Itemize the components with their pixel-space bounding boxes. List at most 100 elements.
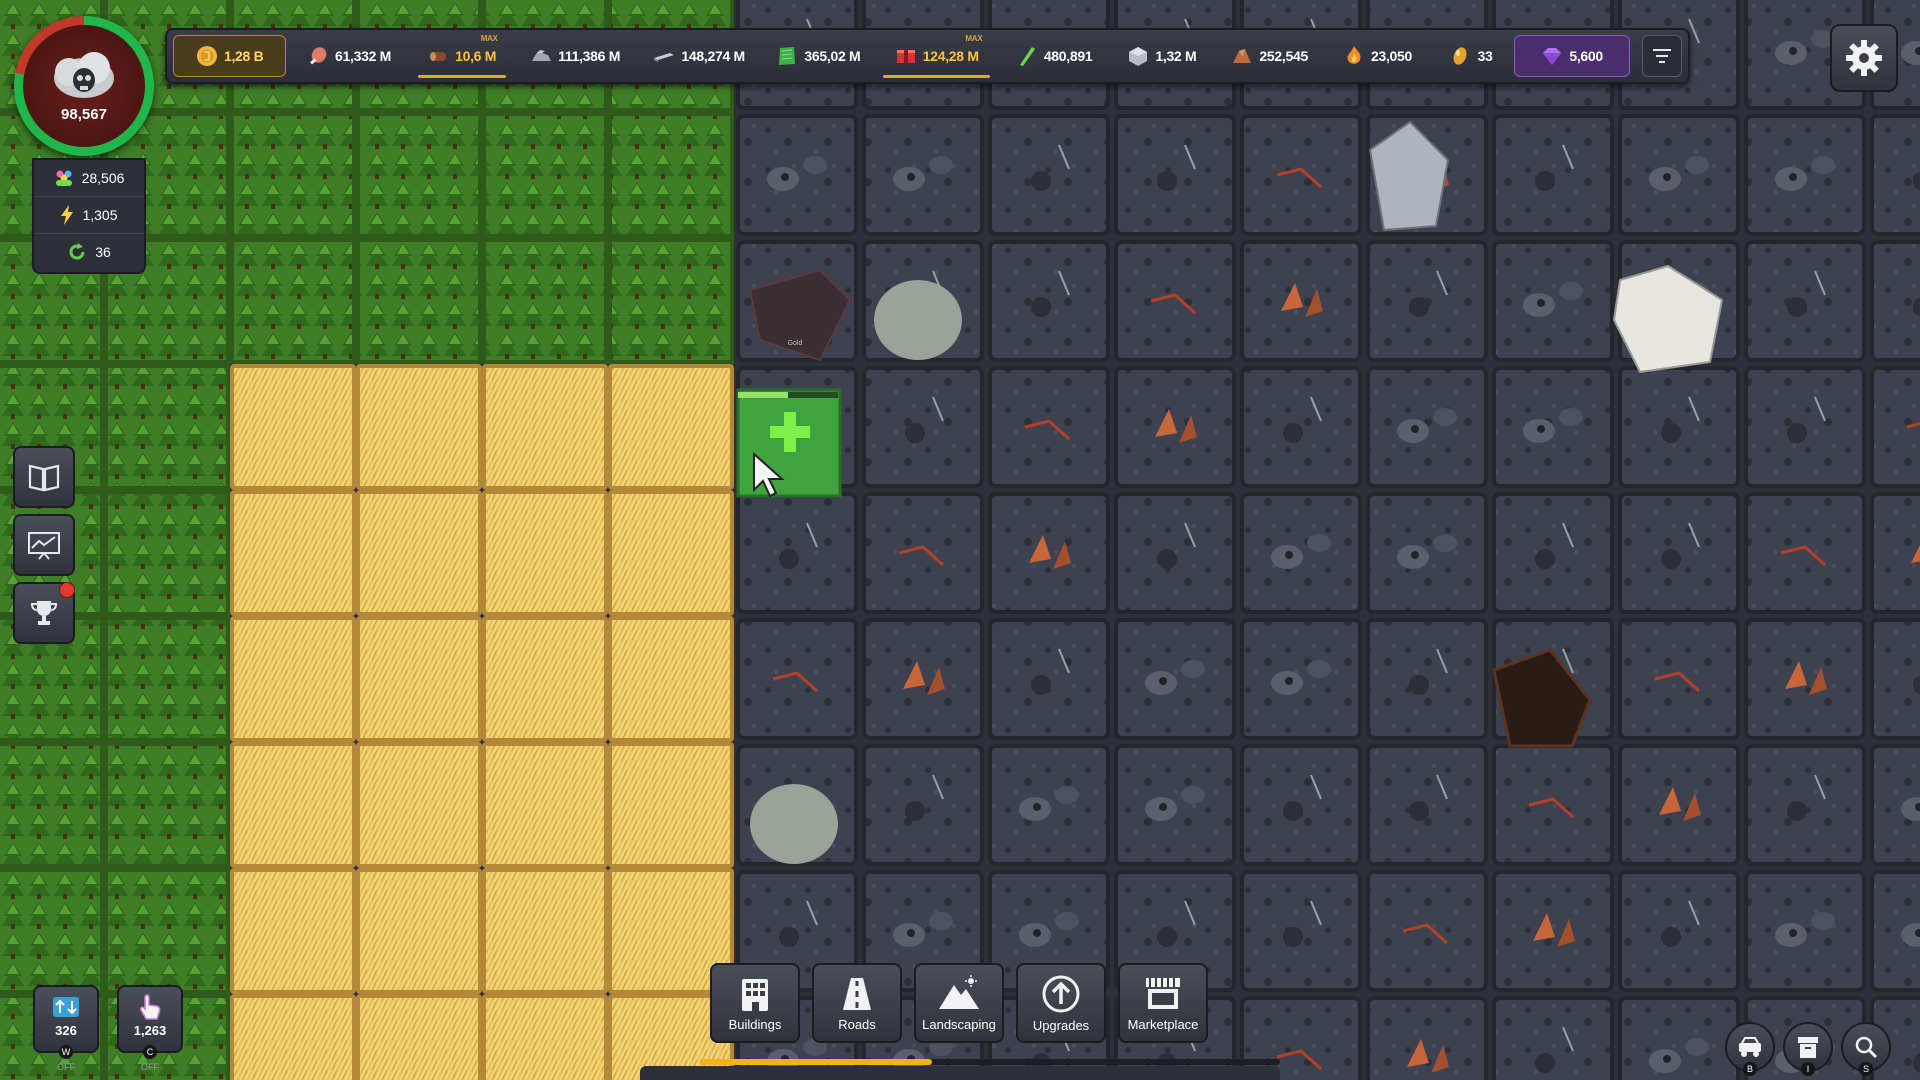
resource-crystal[interactable]: 480,891 (1000, 36, 1108, 76)
field-tile (230, 742, 356, 868)
wasteland-tile (1870, 240, 1920, 362)
build-toolbar: Buildings Roads Landscaping Upgrades Mar… (710, 963, 1208, 1043)
stat-energy: 1,305 (34, 197, 144, 234)
wasteland-tile (988, 366, 1110, 488)
resource-tools[interactable]: MAX 124,28 M (877, 34, 996, 78)
population-gauge[interactable]: 98,567 (14, 16, 154, 156)
resource-relic-value: 33 (1477, 48, 1493, 64)
workers-toggle[interactable]: 326 W (33, 985, 99, 1059)
cart-icon (1739, 1037, 1761, 1057)
crater (1661, 927, 1681, 947)
forest-tile (104, 742, 230, 868)
resource-cloth[interactable]: 365,02 M (764, 36, 874, 76)
crate-icon (896, 50, 915, 63)
skull-debris (1033, 803, 1041, 811)
rubble-rock (929, 912, 953, 930)
population-value: 98,567 (61, 105, 107, 123)
wasteland-tile (1366, 870, 1488, 992)
resource-relic[interactable]: 33 (1431, 36, 1510, 76)
field-tile (356, 994, 482, 1080)
stone-pile-icon (532, 50, 552, 61)
skull-debris (1663, 173, 1671, 181)
roads-label: Roads (838, 1016, 876, 1032)
field-tile (230, 994, 356, 1080)
statistics-button[interactable] (13, 514, 75, 576)
landscaping-label: Landscaping (922, 1016, 996, 1032)
resource-filter-button[interactable] (1641, 35, 1682, 77)
skull-debris (1663, 1055, 1671, 1063)
people-icon (55, 170, 72, 186)
stat-workers-value: 28,506 (81, 170, 125, 186)
crater (1157, 549, 1177, 569)
resource-meat[interactable]: 61,332 M (290, 36, 407, 76)
skull-debris (1159, 803, 1167, 811)
rubble-rock (929, 156, 953, 174)
resource-wood-max: MAX (480, 34, 498, 43)
storage-hotkey: I (1801, 1062, 1815, 1076)
resource-silver[interactable]: 1,32 M (1112, 36, 1212, 76)
rubble-rock (1433, 408, 1457, 426)
workers-toggle-hotkey: W (59, 1045, 73, 1059)
wasteland-tile (1870, 492, 1920, 614)
resource-gold[interactable]: 1,28 B (173, 35, 287, 77)
field-tile (482, 994, 608, 1080)
resource-iron[interactable]: 148,274 M (639, 36, 760, 76)
resource-fire[interactable]: 23,050 (1328, 36, 1428, 76)
crater (1787, 801, 1807, 821)
skull-debris (1033, 929, 1041, 937)
book-icon (28, 464, 60, 492)
marketplace-button[interactable]: Marketplace (1118, 963, 1208, 1043)
resource-stone[interactable]: 111,386 M (516, 36, 635, 76)
upgrades-button[interactable]: Upgrades (1016, 963, 1106, 1043)
resource-gems[interactable]: 5,600 (1514, 35, 1630, 77)
rubble-rock (1433, 534, 1457, 552)
rubble-rock (1055, 912, 1079, 930)
search-button[interactable]: S (1841, 1022, 1891, 1076)
resource-copper-value: 252,545 (1259, 48, 1308, 64)
coin-icon (196, 46, 217, 66)
search-hotkey: S (1859, 1062, 1873, 1076)
skull-debris (907, 929, 915, 937)
wasteland-tile (862, 492, 984, 614)
resource-wood[interactable]: MAX 10,6 M (412, 34, 512, 78)
resource-stone-value: 111,386 M (558, 48, 621, 64)
transport-button[interactable]: B (1725, 1022, 1775, 1076)
clicker-toggle[interactable]: 1,263 C (117, 985, 183, 1059)
stat-energy-value: 1,305 (82, 207, 118, 223)
rubble-rock (1811, 912, 1835, 930)
mountain-icon (939, 974, 979, 1009)
progress-bar-fill (700, 1059, 932, 1065)
skull-debris (781, 173, 789, 181)
field-tile (356, 616, 482, 742)
forest-tile (230, 238, 356, 364)
achievements-button[interactable] (13, 582, 75, 644)
resource-gold-value: 1,28 B (223, 48, 264, 64)
upgrades-label: Upgrades (1032, 1017, 1090, 1033)
landscaping-button[interactable]: Landscaping (914, 963, 1004, 1043)
field-tile (230, 490, 356, 616)
silver-ore-icon (1129, 47, 1148, 66)
settings-button[interactable] (1830, 24, 1898, 92)
storage-button[interactable]: I (1783, 1022, 1833, 1076)
resource-crystal-value: 480,891 (1043, 48, 1093, 64)
crater (905, 801, 925, 821)
field-tile (482, 868, 608, 994)
crater (1409, 801, 1429, 821)
resource-bar: 1,28 B 61,332 M MAX 10,6 M 111,386 M 148… (165, 28, 1690, 84)
roads-button[interactable]: Roads (812, 963, 902, 1043)
tile-gold-label: Gold (788, 340, 803, 347)
gear-icon (1846, 40, 1882, 76)
resource-tools-value: 124,28 M (922, 48, 979, 64)
skull-debris (1411, 551, 1419, 559)
field-tile (230, 868, 356, 994)
codex-button[interactable] (13, 446, 75, 508)
rubble-rock (1685, 156, 1709, 174)
game-map[interactable]: Gold (0, 0, 1920, 1080)
crater (1157, 171, 1177, 191)
resource-copper[interactable]: 252,545 (1216, 36, 1324, 76)
plot-progress-fill (738, 392, 788, 398)
buildings-button[interactable]: Buildings (710, 963, 800, 1043)
rubble-rock (1307, 534, 1331, 552)
stat-cycle: 36 (34, 234, 144, 270)
forest-tile (482, 112, 608, 238)
